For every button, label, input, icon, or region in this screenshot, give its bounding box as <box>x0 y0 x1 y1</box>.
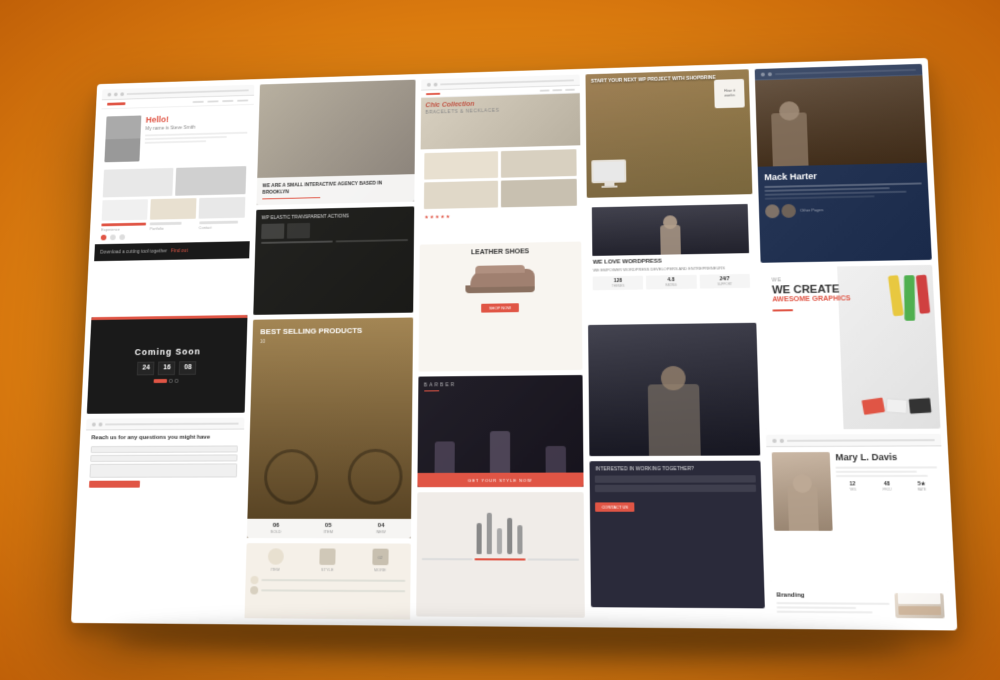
wp-dark-title: WP ELASTIC TRANSPARENT ACTIONS <box>261 212 408 221</box>
coming-soon-title: Coming Soon <box>134 346 200 356</box>
barber-dark-card: BARBER GET YOUR STYLE NOW <box>417 375 584 487</box>
nav-dot <box>114 92 118 96</box>
numbered-items-card: ITEM STYLE 02 MORE <box>244 543 410 619</box>
jewelry-shop-card: Chic Collection BRACELETS & NECKLACES ★★… <box>419 75 581 240</box>
wp-dark-card: WP ELASTIC TRANSPARENT ACTIONS <box>253 206 414 314</box>
best-selling-card: BEST SELLING PRODUCTS 10 06 SOLD 05 ITEM <box>247 318 413 539</box>
we-create-subtitle: AWESOME GRAPHICS <box>772 294 923 305</box>
contact-card: Reach us for any questions you might hav… <box>81 418 244 538</box>
hello-title: Hello! <box>146 112 248 124</box>
agency-photo-card: WE ARE A SMALL INTERACTIVE AGENCY BASED … <box>256 80 415 206</box>
nav-dot <box>108 92 112 96</box>
col-4: How itworks START YOUR NEXT WP PROJECT W… <box>586 69 766 622</box>
nav-line <box>105 422 238 425</box>
leather-shoes-card: LEATHER SHOES SHOP NOW <box>418 242 583 372</box>
contact-title: Reach us for any questions you might hav… <box>91 435 238 443</box>
col-2: WE ARE A SMALL INTERACTIVE AGENCY BASED … <box>244 80 415 620</box>
nav-dot <box>99 422 103 426</box>
mary-davis-card: Mary L. Davis 12 YRS <box>766 434 948 583</box>
we-create-title: WE CREATE <box>772 283 923 296</box>
mack-harter-card: Mack Harter Other Pages <box>755 64 932 263</box>
nav-dot <box>427 82 431 86</box>
we-love-wp-card: WE LOVE WORDPRESS WE EMPOWER WORDPRESS D… <box>587 199 756 320</box>
nav-dot <box>433 82 437 86</box>
mary-name: Mary L. Davis <box>835 452 937 464</box>
we-love-wp-subtitle: WE EMPOWER WORDPRESS DEVELOPERS AND ENTR… <box>593 265 750 273</box>
start-wp-card: How itworks START YOUR NEXT WP PROJECT W… <box>586 69 753 198</box>
nav-line <box>440 79 574 85</box>
portfolio-subtitle: My name is Steve Smith <box>145 123 247 131</box>
barber-tools-card <box>416 492 586 618</box>
best-selling-title: BEST SELLING PRODUCTS <box>260 325 405 336</box>
coming-soon-card: Coming Soon 24 16 08 <box>87 315 248 414</box>
nav-dot <box>120 92 124 96</box>
showcase-container: Hello! My name is Steve Smith <box>71 58 957 631</box>
mockup-grid: Hello! My name is Steve Smith <box>71 58 957 631</box>
we-love-wp-title: WE LOVE WORDPRESS <box>593 257 750 266</box>
nav-dot <box>773 438 777 442</box>
col-1: Hello! My name is Steve Smith <box>77 85 254 618</box>
barber-portrait-card <box>588 323 760 456</box>
agency-title: WE ARE A SMALL INTERACTIVE AGENCY BASED … <box>262 180 408 197</box>
nav-dot <box>780 438 784 442</box>
nav-dot <box>92 422 96 426</box>
shoes-title: LEATHER SHOES <box>425 247 576 257</box>
wp-extra-card: INTERESTED IN WORKING TOGETHER? CONTACT … <box>590 461 765 609</box>
we-create-card: WE WE CREATE AWESOME GRAPHICS <box>761 265 940 430</box>
wp-start-title: START YOUR NEXT WP PROJECT WITH SHOPBRIN… <box>591 74 744 85</box>
mack-name: Mack Harter <box>764 169 921 183</box>
nav-line <box>787 439 934 442</box>
branding-card: Branding <box>771 587 951 624</box>
nav-line <box>127 89 249 95</box>
col-5: Mack Harter Other Pages <box>755 64 951 624</box>
personal-portfolio-card: Hello! My name is Steve Smith <box>92 85 255 313</box>
branding-title: Branding <box>776 592 889 599</box>
col-3: Chic Collection BRACELETS & NECKLACES ★★… <box>416 75 586 621</box>
